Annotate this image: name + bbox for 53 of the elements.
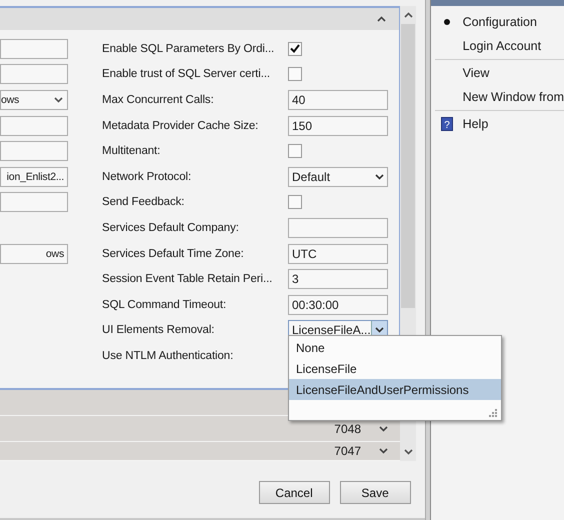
checkbox[interactable] (288, 42, 302, 56)
field-label: SQL Command Timeout: (102, 298, 226, 312)
field-label: Enable trust of SQL Server certi... (102, 67, 270, 82)
menu-item[interactable]: ? Help (430, 112, 564, 136)
dropdown[interactable]: ows (0, 90, 68, 110)
menu-item[interactable]: New Window from (430, 85, 564, 109)
text-field[interactable] (288, 218, 388, 238)
text-field[interactable]: UTC (288, 244, 388, 264)
dialog-button[interactable]: Save (340, 481, 411, 504)
text-field[interactable] (0, 192, 68, 212)
text-field[interactable]: ion_Enlist2... (0, 166, 68, 187)
field-label: Services Default Company: (102, 220, 239, 235)
field-label: Enable SQL Parameters By Ordi... (102, 42, 274, 56)
field-label: Multitenant: (102, 144, 160, 158)
field-label: Max Concurrent Calls: (102, 92, 214, 107)
checkbox[interactable] (288, 67, 302, 82)
help-icon: ? (440, 117, 453, 131)
text-field[interactable]: 150 (288, 116, 388, 136)
chevron-icon (54, 96, 63, 103)
field-label: Use NTLM Authentication: (102, 348, 234, 363)
dialog-button[interactable]: Cancel (258, 481, 330, 504)
text-field[interactable]: 40 (288, 90, 388, 110)
text-field[interactable] (0, 116, 68, 136)
dropdown[interactable]: Default (288, 166, 388, 187)
field-label: Network Protocol: (102, 170, 192, 184)
text-field[interactable] (0, 64, 68, 84)
menu-item[interactable]: Configuration (430, 10, 564, 34)
chevron-icon (379, 426, 388, 432)
dropdown-option[interactable]: LicenseFileAndUserPermissions (289, 379, 501, 400)
field-label: Metadata Provider Cache Size: (102, 118, 258, 133)
chevron-icon (379, 448, 388, 454)
text-field[interactable]: ows (0, 244, 68, 264)
field-label: UI Elements Removal: (102, 323, 214, 338)
field-label: Session Event Table Retain Peri... (102, 272, 272, 286)
list-row[interactable]: 7047 (0, 442, 400, 461)
checkbox[interactable] (288, 144, 302, 158)
text-field[interactable] (0, 38, 68, 59)
list-row[interactable]: 7048 (0, 416, 400, 442)
scroll-down-icon[interactable] (404, 449, 412, 455)
menu-item[interactable]: View (430, 61, 564, 85)
checkbox[interactable] (288, 195, 302, 210)
menu-item[interactable]: Login Account (430, 34, 564, 58)
resize-grip-icon[interactable] (488, 408, 497, 417)
collapse-icon[interactable] (377, 16, 386, 22)
chevron-icon (374, 174, 384, 180)
field-label: Send Feedback: (102, 195, 184, 210)
text-field[interactable]: 00:30:00 (288, 294, 388, 315)
text-field[interactable] (0, 141, 68, 162)
field-label: Services Default Time Zone: (102, 246, 244, 261)
text-field[interactable]: 3 (288, 269, 388, 290)
dropdown-option[interactable]: LicenseFile (289, 358, 501, 379)
chevron-icon (374, 327, 384, 334)
scroll-up-icon[interactable] (404, 12, 412, 18)
